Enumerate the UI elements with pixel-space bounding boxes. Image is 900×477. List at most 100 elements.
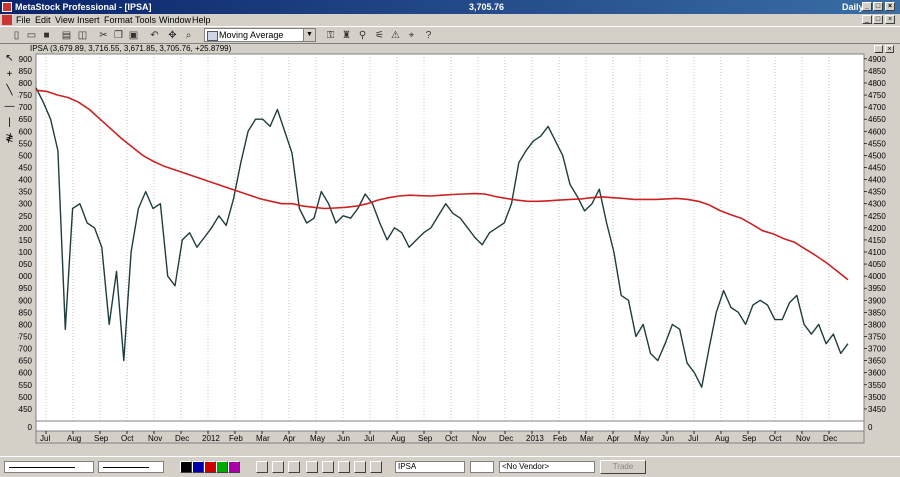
- drawing-toolbar: ↖ + ╲ — | ≹: [0, 44, 18, 456]
- x-tick-label: Oct: [769, 434, 782, 443]
- chart-options-icon[interactable]: ⚠: [389, 29, 402, 42]
- y-tick-label-right: 4600: [868, 127, 886, 136]
- menu-view[interactable]: View: [55, 15, 74, 25]
- child-close-button[interactable]: ×: [885, 15, 895, 24]
- copy-icon[interactable]: ❐: [112, 29, 125, 42]
- paste-icon[interactable]: ▣: [127, 29, 140, 42]
- maximize-button[interactable]: □: [873, 2, 883, 11]
- expert-icon[interactable]: ♜: [340, 29, 353, 42]
- indicator-select[interactable]: Moving Average ▼: [204, 28, 316, 42]
- pointer-icon[interactable]: ↖: [3, 52, 16, 65]
- help-pointer-icon[interactable]: ?: [422, 29, 435, 42]
- trendline-icon[interactable]: ╲: [3, 84, 16, 97]
- color-black[interactable]: [180, 461, 192, 473]
- y-tick-label-left: 3700: [18, 345, 33, 354]
- y-tick-label-left: 4200: [18, 224, 33, 233]
- child-restore-button[interactable]: □: [873, 15, 883, 24]
- window-icon-2[interactable]: [354, 461, 366, 473]
- x-tick-label: Jun: [661, 434, 674, 443]
- y-tick-label-left: 4550: [18, 139, 33, 148]
- menu-format[interactable]: Format: [104, 15, 133, 25]
- horizontal-line-icon[interactable]: —: [3, 100, 16, 113]
- line-style-select[interactable]: [4, 461, 94, 473]
- x-tick-label: Feb: [553, 434, 567, 443]
- y-tick-label-left: 4650: [18, 115, 33, 124]
- document-icon[interactable]: [2, 15, 12, 25]
- ipsa-chart[interactable]: 3450 3500 3550 3600 3650 3700 3750 3800 3850 3900…: [18, 44, 900, 456]
- x-tick-label: Nov: [472, 434, 486, 443]
- print-icon[interactable]: ▤: [60, 29, 73, 42]
- binoculars-icon[interactable]: ⌖: [405, 29, 418, 42]
- save-icon[interactable]: ■: [40, 29, 53, 42]
- color-red[interactable]: [204, 461, 216, 473]
- y-tick-label-right: 4650: [868, 115, 886, 124]
- line-weight-select[interactable]: [98, 461, 164, 473]
- x-tick-label: Feb: [229, 434, 243, 443]
- x-tick-label: 2012: [202, 434, 220, 443]
- zoom-icon[interactable]: ⌕: [182, 29, 195, 42]
- volume-axis-label-left: 0: [28, 423, 33, 432]
- last-price: 3,705.76: [469, 2, 505, 12]
- align-icon[interactable]: [306, 461, 318, 473]
- new-icon[interactable]: ▯: [10, 29, 23, 42]
- child-minimize-button[interactable]: _: [862, 15, 872, 24]
- color-blue[interactable]: [192, 461, 204, 473]
- x-tick-label: Jun: [337, 434, 350, 443]
- crosshair-icon[interactable]: +: [3, 68, 16, 81]
- trade-button[interactable]: Trade: [600, 460, 646, 474]
- vendor-select[interactable]: <No Vendor>: [499, 461, 595, 473]
- price-panel[interactable]: [35, 53, 865, 422]
- y-tick-label-right: 4000: [868, 272, 886, 281]
- x-tick-label: Dec: [823, 434, 837, 443]
- record-icon[interactable]: [256, 461, 268, 473]
- y-tick-label-right: 3750: [868, 332, 886, 341]
- window-title: MetaStock Professional - [IPSA]: [15, 2, 152, 12]
- minimize-button[interactable]: _: [862, 2, 872, 11]
- x-tick-label: May: [634, 434, 649, 443]
- print-preview-icon[interactable]: ◫: [76, 29, 89, 42]
- close-button[interactable]: ×: [885, 2, 895, 11]
- window-icon-3[interactable]: [370, 461, 382, 473]
- x-tick-label: Jul: [688, 434, 698, 443]
- explorer-icon[interactable]: ⚲: [356, 29, 369, 42]
- window-icon[interactable]: [338, 461, 350, 473]
- system-tester-icon[interactable]: ⚟: [373, 29, 386, 42]
- menu-insert[interactable]: Insert: [77, 15, 100, 25]
- color-magenta[interactable]: [228, 461, 240, 473]
- x-tick-label: Apr: [283, 434, 296, 443]
- menu-window[interactable]: Window: [159, 15, 191, 25]
- cut-icon[interactable]: ✂: [97, 29, 110, 42]
- menu-help[interactable]: Help: [192, 15, 211, 25]
- menu-file[interactable]: File: [16, 15, 31, 25]
- symbol-field[interactable]: IPSA: [395, 461, 465, 473]
- record-icon-2[interactable]: [272, 461, 284, 473]
- record-icon-3[interactable]: [288, 461, 300, 473]
- chevron-down-icon[interactable]: ▼: [303, 29, 315, 41]
- volume-panel[interactable]: [35, 420, 865, 432]
- color-green[interactable]: [216, 461, 228, 473]
- align-icon-2[interactable]: [322, 461, 334, 473]
- menu-tools[interactable]: Tools: [135, 15, 156, 25]
- indicator-select-value: Moving Average: [219, 30, 284, 40]
- x-tick-label: Jul: [40, 434, 50, 443]
- y-tick-label-left: 4300: [18, 200, 33, 209]
- open-icon[interactable]: ▭: [25, 29, 38, 42]
- y-tick-label-right: 4450: [868, 163, 886, 172]
- menu-edit[interactable]: Edit: [35, 15, 51, 25]
- x-tick-label: 2013: [526, 434, 544, 443]
- vertical-line-icon[interactable]: |: [3, 116, 16, 129]
- security-select[interactable]: [470, 461, 494, 473]
- y-tick-label-left: 4400: [18, 176, 33, 185]
- lock-icon[interactable]: ⚿: [324, 29, 337, 42]
- undo-icon[interactable]: ↶: [148, 29, 161, 42]
- y-tick-label-right: 3850: [868, 308, 886, 317]
- y-tick-label-right: 4200: [868, 224, 886, 233]
- y-tick-label-left: 4150: [18, 236, 33, 245]
- y-tick-label-left: 4700: [18, 103, 33, 112]
- y-tick-label-right: 4100: [868, 248, 886, 257]
- y-tick-label-right: 3600: [868, 369, 886, 378]
- x-tick-label: Mar: [256, 434, 270, 443]
- fibonacci-icon[interactable]: ≹: [3, 132, 16, 145]
- move-icon[interactable]: ✥: [166, 29, 179, 42]
- y-tick-label-left: 4600: [18, 127, 33, 136]
